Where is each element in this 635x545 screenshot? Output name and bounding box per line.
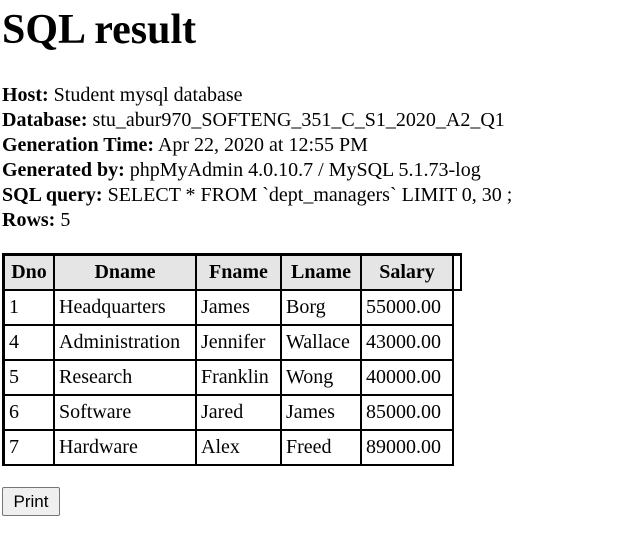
column-header-dname: Dname [55,254,197,291]
meta-label: Generation Time: [2,134,155,156]
page-title: SQL result [2,7,197,53]
cell-fname: Jennifer [197,326,282,361]
cell-fname: James [197,291,282,326]
cell-fname: Franklin [197,361,282,396]
table-row: 5 Research Franklin Wong 40000.00 [3,361,462,396]
table-header-row: Dno Dname Fname Lname Salary [3,254,462,291]
cell-dname: Software [55,396,197,431]
meta-rows: Rows: 5 [2,208,512,233]
cell-lname: Borg [282,291,362,326]
print-button[interactable]: Print [2,487,60,516]
meta-label: Generated by: [2,159,125,181]
cell-fname: Jared [197,396,282,431]
meta-value: stu_abur970_SOFTENG_351_C_S1_2020_A2_Q1 [92,109,505,131]
meta-sql-query: SQL query: SELECT * FROM `dept_managers`… [2,183,512,208]
meta-value: Student mysql database [53,84,243,106]
cell-dno: 4 [3,326,55,361]
meta-label: Database: [2,109,88,131]
cell-dno: 7 [3,431,55,466]
cell-salary: 89000.00 [362,431,454,466]
cell-lname: Wong [282,361,362,396]
meta-generation-time: Generation Time: Apr 22, 2020 at 12:55 P… [2,133,512,158]
table-header-spacer [454,254,462,291]
table-row: 4 Administration Jennifer Wallace 43000.… [3,326,462,361]
cell-dname: Research [55,361,197,396]
column-header-lname: Lname [282,254,362,291]
meta-generated-by: Generated by: phpMyAdmin 4.0.10.7 / MySQ… [2,158,512,183]
cell-dname: Headquarters [55,291,197,326]
result-metadata: Host: Student mysql database Database: s… [2,83,512,233]
table-row: 1 Headquarters James Borg 55000.00 [3,291,462,326]
meta-database: Database: stu_abur970_SOFTENG_351_C_S1_2… [2,108,512,133]
cell-lname: Wallace [282,326,362,361]
meta-value: SELECT * FROM `dept_managers` LIMIT 0, 3… [107,184,513,206]
cell-dno: 1 [3,291,55,326]
cell-salary: 55000.00 [362,291,454,326]
cell-lname: Freed [282,431,362,466]
cell-fname: Alex [197,431,282,466]
cell-dname: Hardware [55,431,197,466]
table-row: 7 Hardware Alex Freed 89000.00 [3,431,462,466]
meta-value: 5 [60,209,71,231]
cell-salary: 43000.00 [362,326,454,361]
results-table-container: Dno Dname Fname Lname Salary 1 Headquart… [2,253,462,466]
cell-salary: 40000.00 [362,361,454,396]
column-header-dno: Dno [3,254,55,291]
results-table: Dno Dname Fname Lname Salary 1 Headquart… [2,253,462,466]
cell-dno: 6 [3,396,55,431]
cell-dname: Administration [55,326,197,361]
table-row: 6 Software Jared James 85000.00 [3,396,462,431]
meta-value: phpMyAdmin 4.0.10.7 / MySQL 5.1.73-log [129,159,481,181]
meta-host: Host: Student mysql database [2,83,512,108]
column-header-fname: Fname [197,254,282,291]
cell-lname: James [282,396,362,431]
cell-dno: 5 [3,361,55,396]
meta-value: Apr 22, 2020 at 12:55 PM [157,134,368,156]
meta-label: SQL query: [2,184,103,206]
column-header-salary: Salary [362,254,454,291]
meta-label: Host: [2,84,49,106]
meta-label: Rows: [2,209,56,231]
cell-salary: 85000.00 [362,396,454,431]
